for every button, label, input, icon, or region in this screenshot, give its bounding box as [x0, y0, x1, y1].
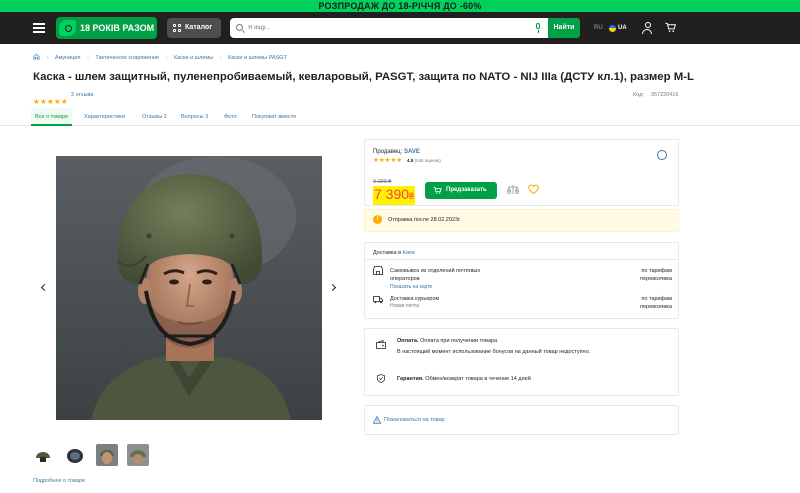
- warning-triangle-icon: [373, 416, 381, 424]
- show-on-map-link[interactable]: Показать на карте: [390, 284, 432, 291]
- breadcrumb-item[interactable]: Каски и шлемы PASGT: [228, 55, 287, 61]
- gallery-prev-arrow-icon[interactable]: [35, 280, 51, 296]
- courier-price: по тарифам: [641, 296, 672, 302]
- menu-icon[interactable]: [33, 23, 45, 33]
- product-code: Код: 357220416: [633, 91, 678, 99]
- star-icon: ★: [33, 97, 40, 106]
- shield-icon: [377, 374, 385, 383]
- seller-info: Продавец: SAVE: [373, 149, 420, 155]
- shipping-notice-text: Отправка после 28.02.2023г.: [388, 217, 461, 223]
- courier-carrier: Новая почта: [390, 303, 419, 309]
- star-icon: ★: [54, 97, 61, 106]
- logo[interactable]: 18 РОКІВ РАЗОМ: [56, 17, 157, 39]
- microphone-icon[interactable]: [536, 23, 540, 33]
- tab-photos[interactable]: Фото: [224, 108, 237, 126]
- thumbnail[interactable]: [127, 444, 149, 466]
- breadcrumb-item[interactable]: Тактическое снаряжение: [95, 55, 159, 61]
- lang-ua-label: UA: [618, 25, 627, 31]
- payment-bonus-note: В настоящий момент использование бонусов…: [397, 349, 591, 355]
- product-rating-stars: ★★★★★: [33, 91, 68, 106]
- catalog-grid-icon: [173, 24, 181, 32]
- pickup-price-line2: перевозчика: [640, 276, 672, 282]
- star-icon: ★: [47, 97, 54, 106]
- catalog-button[interactable]: Каталог: [167, 18, 221, 38]
- search-bar: Найти: [230, 18, 580, 38]
- search-icon: [236, 24, 243, 31]
- logo-mark-icon: [59, 20, 76, 36]
- cart-icon[interactable]: [665, 22, 676, 33]
- chat-icon[interactable]: [657, 150, 667, 160]
- site-header: 18 РОКІВ РАЗОМ Каталог Найти RU UA: [0, 12, 800, 44]
- ukraine-flag-icon: [609, 24, 616, 32]
- breadcrumb-item[interactable]: Амуниция: [55, 55, 81, 61]
- thumbnail[interactable]: [64, 444, 86, 466]
- pickup-price: по тарифам: [641, 268, 672, 274]
- tab-all-about[interactable]: Все о товаре: [31, 108, 73, 126]
- product-tabs: Все о товаре Характеристики Отзывы 2 Воп…: [0, 108, 800, 126]
- preorder-button[interactable]: Предзаказать: [425, 182, 497, 199]
- lang-ua-link[interactable]: UA: [609, 24, 627, 32]
- pickup-store-icon: [373, 266, 383, 275]
- product-photo[interactable]: [56, 156, 322, 420]
- warning-icon: !: [373, 215, 382, 224]
- tab-bought-together[interactable]: Покупают вместе: [252, 108, 296, 126]
- current-price: 7 390₴: [373, 186, 416, 205]
- delivery-city: Доставка в Киев: [373, 250, 415, 256]
- divider: [364, 259, 679, 260]
- thumbnail[interactable]: [32, 444, 54, 466]
- user-icon[interactable]: [642, 22, 652, 34]
- product-code-value: 357220416: [650, 92, 679, 98]
- thumbnail[interactable]: [96, 444, 118, 466]
- delivery-city-link[interactable]: Киев: [403, 250, 415, 256]
- heart-icon[interactable]: [528, 184, 539, 195]
- reviews-link[interactable]: 2 отзыва: [71, 91, 93, 99]
- star-icon: ★: [40, 97, 47, 106]
- pickup-title: Самовывоз из отделений почтовых: [390, 268, 481, 274]
- gallery-next-arrow-icon[interactable]: [325, 280, 341, 296]
- catalog-label: Каталог: [185, 24, 213, 31]
- courier-title: Доставка курьером: [390, 296, 440, 302]
- guarantee-text: Гарантия. Обмен/возврат товара в течение…: [397, 376, 531, 382]
- product-details-link[interactable]: Подробнее о товаре: [33, 477, 85, 485]
- home-icon[interactable]: [33, 53, 40, 60]
- payment-title: Оплата. Оплата при получении товара: [397, 338, 498, 344]
- cart-icon: [433, 187, 442, 194]
- product-title: Каска - шлем защитный, пуленепробиваемый…: [33, 71, 694, 83]
- courier-price-line2: перевозчика: [640, 304, 672, 310]
- lang-ru-link[interactable]: RU: [594, 24, 603, 32]
- old-price: 9 090 ₴: [373, 179, 392, 185]
- breadcrumb: › Амуниция › Тактическое снаряжение › Ка…: [33, 53, 287, 63]
- star-icon: ★: [61, 97, 68, 106]
- courier-truck-icon: [373, 296, 383, 304]
- tab-characteristics[interactable]: Характеристики: [84, 108, 125, 126]
- complain-link[interactable]: Пожаловаться на товар: [384, 416, 445, 424]
- seller-rating: 4.8 (246 оценок): [407, 158, 441, 163]
- seller-rating-stars: ★★★★★: [373, 156, 403, 164]
- promo-banner[interactable]: РОЗПРОДАЖ ДО 18-РІЧЧЯ ДО -60%: [0, 0, 800, 12]
- compare-scales-icon[interactable]: [507, 184, 519, 196]
- pickup-title-line2: операторов: [390, 276, 420, 282]
- logo-text: 18 РОКІВ РАЗОМ: [80, 23, 155, 33]
- search-input[interactable]: [248, 20, 538, 36]
- seller-name-link[interactable]: SAVE: [404, 149, 420, 155]
- breadcrumb-item[interactable]: Каски и шлемы: [174, 55, 213, 61]
- product-code-label: Код:: [633, 92, 644, 98]
- tab-reviews[interactable]: Отзывы 2: [142, 108, 167, 126]
- preorder-label: Предзаказать: [446, 187, 487, 193]
- tab-questions[interactable]: Вопросы 3: [181, 108, 208, 126]
- search-button[interactable]: Найти: [548, 18, 580, 38]
- wallet-icon: [376, 340, 386, 349]
